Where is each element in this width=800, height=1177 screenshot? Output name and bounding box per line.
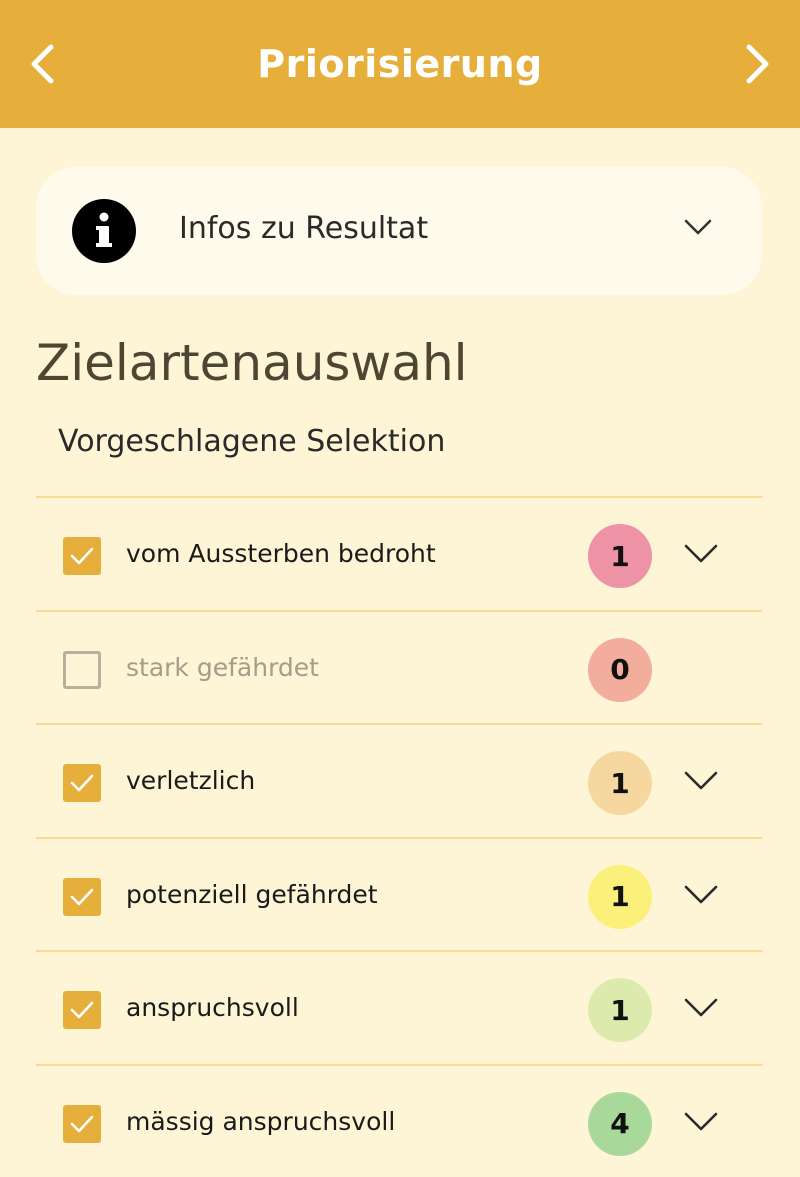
count-badge: 1 (588, 751, 652, 815)
info-accordion[interactable]: Infos zu Resultat (36, 167, 762, 295)
count-badge: 1 (588, 524, 652, 588)
expand-button[interactable] (684, 1112, 718, 1136)
count-badge: 1 (588, 865, 652, 929)
expand-button[interactable] (684, 998, 718, 1022)
category-row[interactable]: stark gefährdet 0 (36, 610, 762, 724)
count-badge: 0 (588, 638, 652, 702)
checkmark-icon (70, 773, 94, 793)
back-button[interactable] (22, 44, 62, 84)
forward-button[interactable] (738, 44, 778, 84)
checkmark-icon (70, 1000, 94, 1020)
chevron-down-icon (684, 885, 718, 905)
checkmark-icon (70, 546, 94, 566)
section-title: Zielartenauswahl (36, 334, 468, 392)
category-row[interactable]: verletzlich 1 (36, 723, 762, 837)
category-list: vom Aussterben bedroht 1 stark gefährdet 0 v… (36, 496, 762, 1177)
expand-button[interactable] (684, 771, 718, 795)
section-subtitle: Vorgeschlagene Selektion (58, 424, 445, 459)
chevron-down-icon (684, 544, 718, 564)
info-icon (72, 199, 136, 263)
page-title: Priorisierung (257, 42, 542, 86)
category-checkbox[interactable] (63, 537, 101, 575)
count-badge: 4 (588, 1092, 652, 1156)
category-row[interactable]: mässig anspruchsvoll 4 (36, 1064, 762, 1177)
category-row[interactable]: anspruchsvoll 1 (36, 950, 762, 1064)
category-label: anspruchsvoll (126, 993, 299, 1022)
app-header: Priorisierung (0, 0, 800, 128)
category-label: vom Aussterben bedroht (126, 539, 436, 568)
category-checkbox[interactable] (63, 1105, 101, 1143)
chevron-right-icon (745, 44, 771, 84)
chevron-down-icon (684, 771, 718, 791)
chevron-down-icon (684, 998, 718, 1018)
checkmark-icon (70, 1114, 94, 1134)
category-checkbox[interactable] (63, 878, 101, 916)
chevron-down-icon (684, 219, 712, 235)
chevron-down-icon (684, 1112, 718, 1132)
info-accordion-label: Infos zu Resultat (179, 211, 428, 246)
category-label: verletzlich (126, 766, 255, 795)
category-checkbox[interactable] (63, 764, 101, 802)
category-checkbox[interactable] (63, 651, 101, 689)
category-checkbox[interactable] (63, 991, 101, 1029)
category-label: potenziell gefährdet (126, 880, 378, 909)
checkmark-icon (70, 887, 94, 907)
category-row[interactable]: vom Aussterben bedroht 1 (36, 496, 762, 610)
category-row[interactable]: potenziell gefährdet 1 (36, 837, 762, 951)
category-label: mässig anspruchsvoll (126, 1107, 395, 1136)
expand-button[interactable] (684, 544, 718, 568)
chevron-left-icon (29, 44, 55, 84)
category-label: stark gefährdet (126, 653, 319, 682)
count-badge: 1 (588, 978, 652, 1042)
expand-button[interactable] (684, 885, 718, 909)
